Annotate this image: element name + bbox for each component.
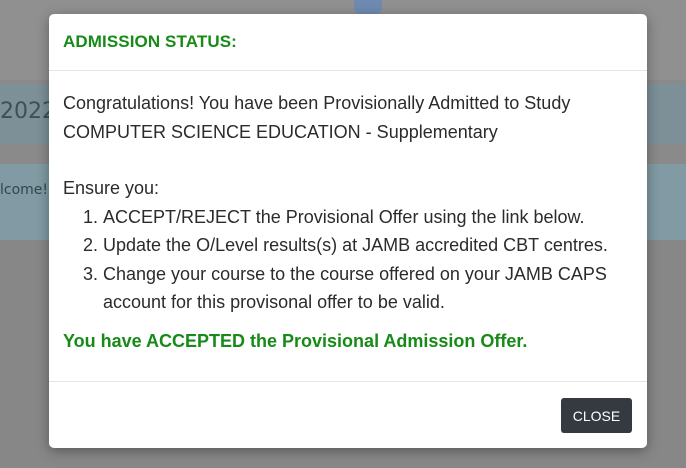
close-button[interactable]: CLOSE: [561, 398, 632, 433]
instruction-list: ACCEPT/REJECT the Provisional Offer usin…: [83, 203, 633, 317]
modal-header: ADMISSION STATUS:: [49, 14, 647, 71]
modal-title: ADMISSION STATUS:: [63, 32, 237, 51]
page-title-fragment: 2022: [0, 99, 56, 124]
welcome-text-fragment: lcome!: [0, 182, 49, 198]
modal-footer: CLOSE: [49, 381, 647, 447]
admission-status-message: You have ACCEPTED the Provisional Admiss…: [63, 330, 528, 351]
logo: [354, 0, 382, 14]
congratulations-line-1: Congratulations! You have been Provision…: [63, 93, 571, 113]
modal-body: Congratulations! You have been Provision…: [49, 71, 647, 381]
instruction-step: Update the O/Level results(s) at JAMB ac…: [103, 231, 633, 260]
instruction-step: ACCEPT/REJECT the Provisional Offer usin…: [103, 203, 633, 232]
ensure-label: Ensure you:: [63, 178, 160, 198]
admission-status-modal: ADMISSION STATUS: Congratulations! You h…: [49, 14, 647, 448]
congratulations-line-2: COMPUTER SCIENCE EDUCATION - Supplementa…: [63, 121, 498, 142]
instruction-step: Change your course to the course offered…: [103, 260, 633, 317]
